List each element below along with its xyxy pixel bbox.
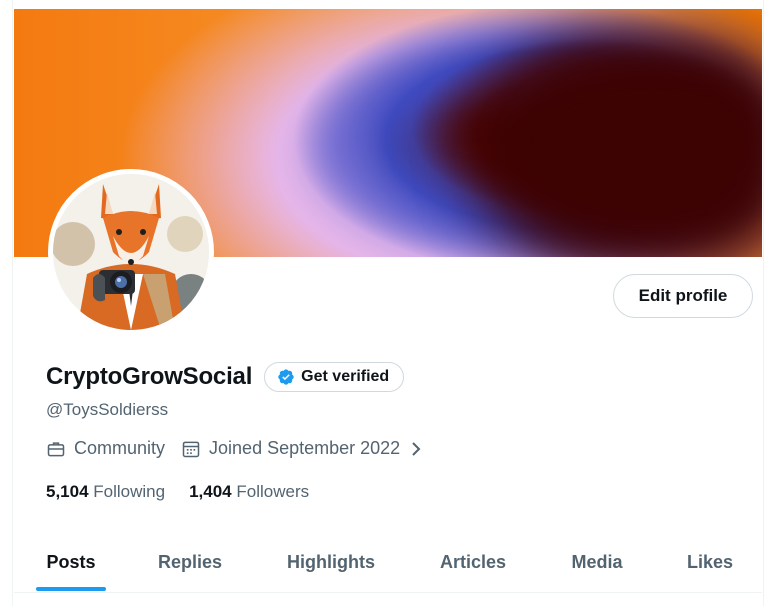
user-handle: @ToysSoldierss	[46, 400, 169, 419]
tab-media[interactable]: Media	[536, 532, 658, 592]
joined-item[interactable]: Joined September 2022	[181, 438, 424, 459]
calendar-icon	[182, 441, 200, 457]
follow-stats: 5,104 Following 1,404 Followers	[46, 482, 333, 502]
profile-page: Edit profile CryptoGrowSocial Get verifi…	[12, 0, 764, 606]
tab-media-label: Media	[571, 551, 623, 572]
followers-label: Followers	[236, 482, 310, 501]
tab-likes[interactable]: Likes	[658, 532, 762, 592]
chevron-right-icon	[412, 441, 421, 456]
profile-meta: Community Joined September 2022	[46, 438, 440, 459]
tab-replies[interactable]: Replies	[128, 532, 252, 592]
tab-highlights[interactable]: Highlights	[252, 532, 410, 592]
display-name: CryptoGrowSocial	[46, 363, 253, 390]
joined-label: Joined September 2022	[209, 438, 401, 458]
following-label: Following	[93, 482, 166, 501]
edit-profile-button[interactable]: Edit profile	[613, 274, 753, 318]
tab-likes-label: Likes	[686, 551, 734, 572]
fox-photographer-illustration	[53, 174, 209, 330]
profile-tabs: Posts Replies Highlights Articles Media …	[14, 532, 762, 593]
verified-badge-icon	[278, 369, 294, 385]
get-verified-label: Get verified	[301, 368, 390, 385]
category-label: Community	[74, 438, 166, 458]
category-item: Community	[46, 438, 165, 459]
tab-highlights-label: Highlights	[287, 551, 375, 572]
profile-avatar[interactable]	[48, 169, 214, 335]
following-count: 5,104	[46, 482, 89, 501]
briefcase-icon	[47, 441, 65, 456]
followers-count: 1,404	[189, 482, 232, 501]
name-row: CryptoGrowSocial Get verified	[46, 362, 405, 392]
followers-stat[interactable]: 1,404 Followers	[189, 482, 309, 502]
get-verified-button[interactable]: Get verified	[264, 362, 405, 392]
tab-articles[interactable]: Articles	[410, 532, 536, 592]
tab-articles-label: Articles	[439, 551, 507, 572]
tab-posts-label: Posts	[46, 551, 96, 572]
tab-posts[interactable]: Posts	[14, 532, 128, 592]
following-stat[interactable]: 5,104 Following	[46, 482, 165, 502]
tab-replies-label: Replies	[157, 551, 223, 572]
active-tab-indicator	[36, 587, 106, 591]
